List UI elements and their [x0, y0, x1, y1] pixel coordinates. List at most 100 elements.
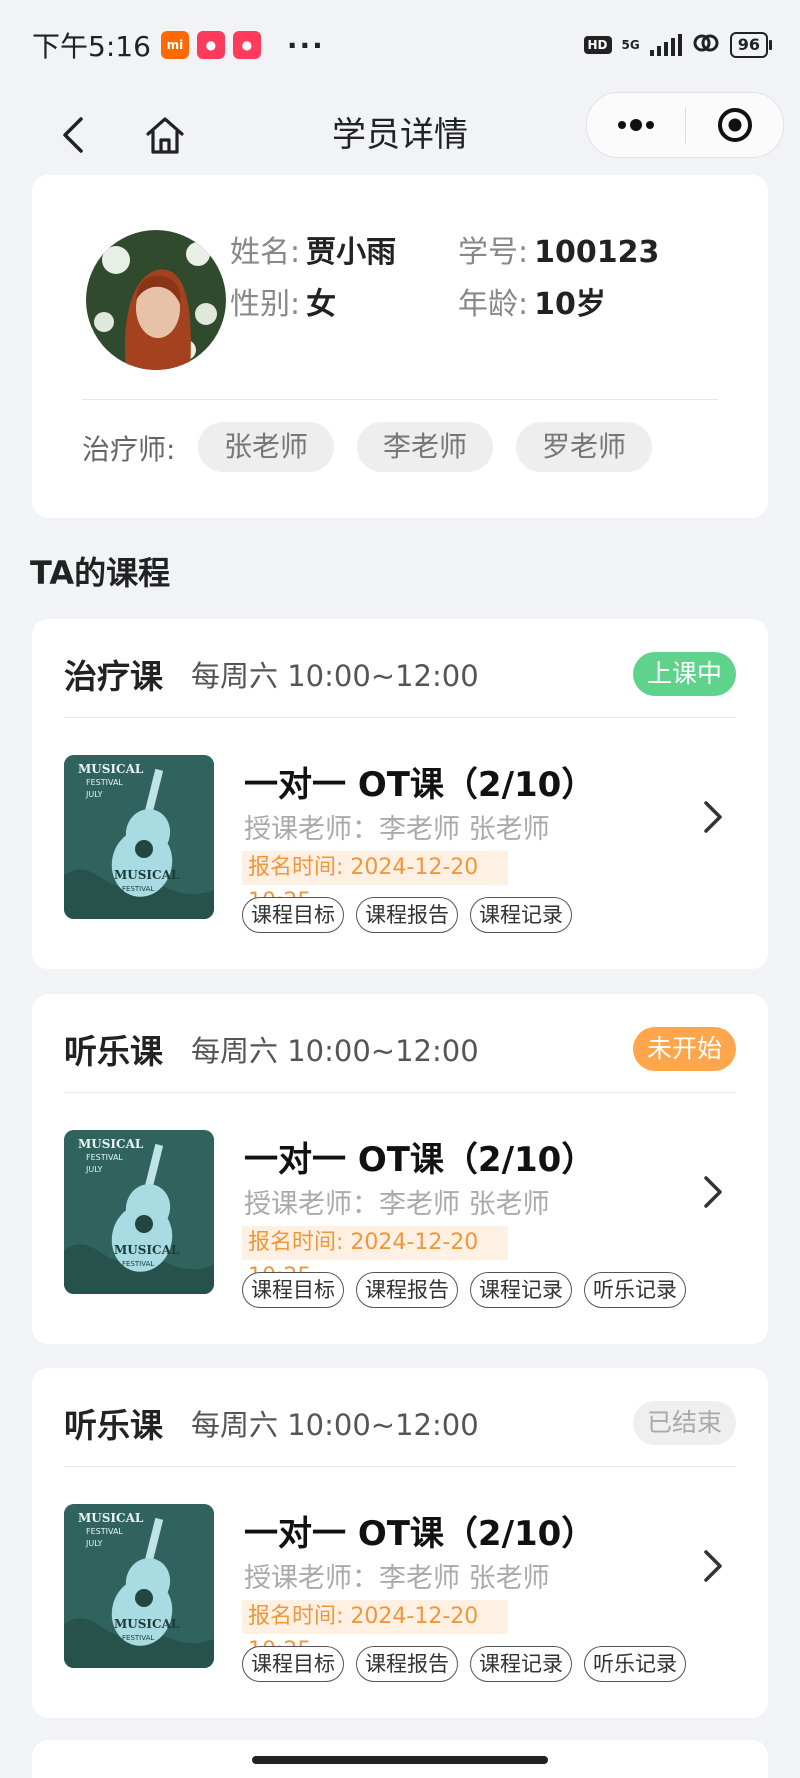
chevron-right-icon[interactable]	[698, 1172, 728, 1212]
course-divider	[64, 717, 736, 718]
course-report-button[interactable]: 课程报告	[356, 1272, 458, 1308]
more-button[interactable]	[587, 93, 685, 157]
course-thumbnail: MUSICAL FESTIVAL JULY MUSICAL FESTIVAL	[64, 755, 214, 919]
course-divider	[64, 1466, 736, 1467]
course-card[interactable]: 听乐课 每周六 10:00~12:00 已结束 MUSICAL FESTIVAL J…	[32, 1368, 768, 1718]
course-card[interactable]: 听乐课 每周六 10:00~12:00 未开始 MUSICAL FESTIVAL J…	[32, 994, 768, 1344]
course-header: 听乐课 每周六 10:00~12:00 未开始	[64, 1018, 736, 1080]
course-report-button[interactable]: 课程报告	[356, 897, 458, 933]
student-id-label: 学号:	[458, 235, 529, 270]
course-thumbnail: MUSICAL FESTIVAL JULY MUSICAL FESTIVAL	[64, 1504, 214, 1668]
svg-text:JULY: JULY	[85, 1165, 103, 1174]
course-goal-button[interactable]: 课程目标	[242, 897, 344, 933]
course-schedule: 每周六 10:00~12:00	[191, 1034, 479, 1068]
mini-program-capsule	[586, 92, 784, 158]
guitar-poster-image: MUSICAL FESTIVAL JULY MUSICAL FESTIVAL	[64, 1504, 214, 1668]
course-name: 一对一 OT课（2/10）	[244, 1140, 596, 1180]
course-card[interactable]: 治疗课 每周六 10:00~12:00 上课中 MUSICAL FESTIVAL J…	[32, 619, 768, 969]
mi-app-icon: mi	[160, 31, 189, 59]
svg-text:JULY: JULY	[85, 790, 103, 799]
student-detail-page: 下午5:16 mi ● ● ··· HD 5G 96 学员详情 姓名: 贾小雨 …	[0, 0, 800, 1778]
student-id-field: 学号: 100123	[458, 227, 659, 271]
svg-text:FESTIVAL: FESTIVAL	[86, 778, 123, 787]
name-field: 姓名: 贾小雨	[230, 227, 396, 271]
svg-text:FESTIVAL: FESTIVAL	[122, 885, 154, 893]
course-schedule: 每周六 10:00~12:00	[191, 659, 479, 693]
gender-field: 性别: 女	[230, 279, 336, 323]
course-header: 治疗课 每周六 10:00~12:00 上课中	[64, 643, 736, 705]
gender-value: 女	[306, 287, 337, 322]
course-record-button[interactable]: 课程记录	[470, 1646, 572, 1682]
music-record-button[interactable]: 听乐记录	[584, 1646, 686, 1682]
more-notifications-icon: ···	[286, 28, 325, 62]
svg-text:MUSICAL: MUSICAL	[114, 1243, 180, 1257]
svg-text:MUSICAL: MUSICAL	[78, 762, 144, 776]
course-actions: 课程目标 课程报告 课程记录 听乐记录	[242, 1646, 686, 1682]
svg-text:FESTIVAL: FESTIVAL	[86, 1527, 123, 1536]
status-indicators: HD 5G 96	[583, 32, 773, 58]
target-close-icon	[717, 108, 752, 142]
therapist-chip[interactable]: 张老师	[198, 422, 335, 472]
gender-label: 性别:	[230, 287, 301, 322]
course-type: 听乐课	[64, 1406, 163, 1445]
network-label: 5G	[621, 38, 640, 52]
battery-icon: 96	[729, 32, 773, 58]
course-status-badge: 未开始	[632, 1027, 736, 1071]
enroll-time: 报名时间: 2024-12-20 10:25	[242, 1226, 508, 1289]
course-report-button[interactable]: 课程报告	[356, 1646, 458, 1682]
link-icon	[692, 32, 720, 58]
svg-text:JULY: JULY	[85, 1539, 103, 1548]
chevron-right-icon[interactable]	[698, 1546, 728, 1586]
age-value: 10岁	[534, 287, 606, 322]
course-goal-button[interactable]: 课程目标	[242, 1646, 344, 1682]
status-time: 下午5:16	[32, 30, 151, 63]
app-notification-icon: ●	[196, 31, 225, 59]
hd-icon: HD	[583, 36, 612, 54]
svg-text:FESTIVAL: FESTIVAL	[122, 1260, 154, 1268]
student-id-value: 100123	[534, 235, 660, 270]
therapist-chip[interactable]: 李老师	[357, 422, 494, 472]
signal-icon	[649, 34, 682, 56]
enroll-time: 报名时间: 2024-12-20 10:25	[242, 1600, 508, 1663]
svg-text:FESTIVAL: FESTIVAL	[122, 1634, 154, 1642]
status-bar: 下午5:16 mi ● ● ··· HD 5G 96	[0, 0, 800, 90]
profile-card: 姓名: 贾小雨 学号: 100123 性别: 女 年龄: 10岁 治疗师: 张老师 李老…	[32, 175, 768, 518]
svg-text:MUSICAL: MUSICAL	[114, 1617, 180, 1631]
age-field: 年龄: 10岁	[458, 279, 606, 323]
svg-text:MUSICAL: MUSICAL	[114, 868, 180, 882]
course-goal-button[interactable]: 课程目标	[242, 1272, 344, 1308]
music-record-button[interactable]: 听乐记录	[584, 1272, 686, 1308]
svg-text:MUSICAL: MUSICAL	[78, 1137, 144, 1151]
course-status-badge: 已结束	[632, 1401, 736, 1445]
course-type: 治疗课	[64, 657, 163, 696]
svg-text:MUSICAL: MUSICAL	[78, 1511, 144, 1525]
name-value: 贾小雨	[306, 235, 397, 270]
courses-section-title: TA的课程	[30, 554, 171, 592]
name-label: 姓名:	[230, 235, 301, 270]
course-divider	[64, 1092, 736, 1093]
therapist-label: 治疗师:	[82, 433, 176, 466]
course-name: 一对一 OT课（2/10）	[244, 765, 596, 805]
course-status-badge: 上课中	[632, 652, 736, 696]
course-record-button[interactable]: 课程记录	[470, 1272, 572, 1308]
guitar-poster-image: MUSICAL FESTIVAL JULY MUSICAL FESTIVAL	[64, 755, 214, 919]
course-teachers: 授课老师：李老师 张老师	[244, 1189, 550, 1220]
course-actions: 课程目标 课程报告 课程记录	[242, 897, 572, 933]
nav-bar: 学员详情	[0, 90, 800, 180]
chevron-right-icon[interactable]	[698, 797, 728, 837]
close-mini-program-button[interactable]	[686, 93, 783, 157]
course-record-button[interactable]: 课程记录	[470, 897, 572, 933]
course-actions: 课程目标 课程报告 课程记录 听乐记录	[242, 1272, 686, 1308]
course-name: 一对一 OT课（2/10）	[244, 1514, 596, 1554]
app-notification-icon: ●	[232, 31, 261, 59]
guitar-poster-image: MUSICAL FESTIVAL JULY MUSICAL FESTIVAL	[64, 1130, 214, 1294]
therapist-chip[interactable]: 罗老师	[516, 422, 653, 472]
age-label: 年龄:	[458, 287, 529, 322]
svg-text:FESTIVAL: FESTIVAL	[86, 1153, 123, 1162]
course-teachers: 授课老师：李老师 张老师	[244, 814, 550, 845]
course-schedule: 每周六 10:00~12:00	[191, 1408, 479, 1442]
course-thumbnail: MUSICAL FESTIVAL JULY MUSICAL FESTIVAL	[64, 1130, 214, 1294]
enroll-time: 报名时间: 2024-12-20 10:25	[242, 851, 508, 914]
course-type: 听乐课	[64, 1032, 163, 1071]
home-indicator[interactable]	[252, 1756, 548, 1764]
